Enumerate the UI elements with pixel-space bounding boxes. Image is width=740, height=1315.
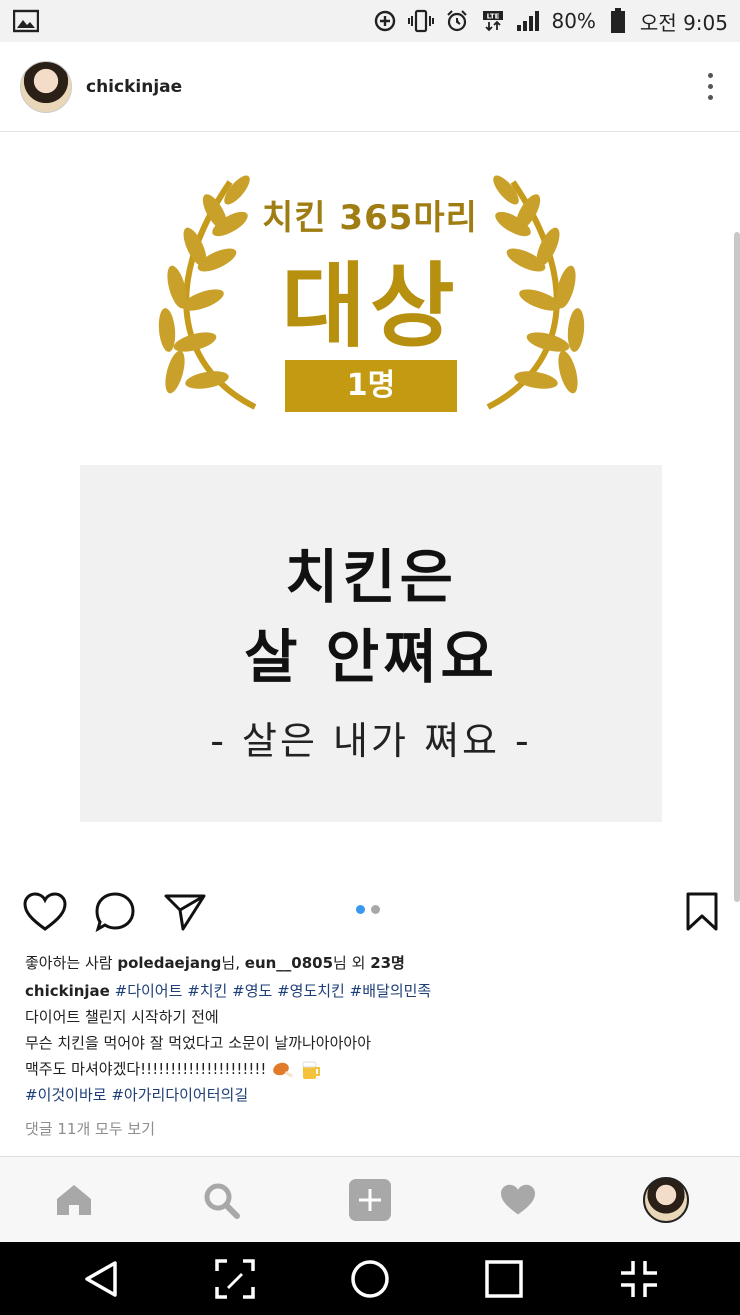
back-triangle-icon: [85, 1261, 117, 1297]
likes-line: 좋아하는 사람 poledaejang님, eun__0805님 외 23명: [25, 954, 405, 972]
hashtag[interactable]: #영도치킨: [277, 982, 345, 1000]
hashtag[interactable]: #치킨: [187, 982, 227, 1000]
more-dot-icon: [707, 84, 713, 89]
home-button[interactable]: [347, 1256, 393, 1302]
status-bar: LTE 80% 오전 9:05: [0, 0, 740, 42]
recents-square-icon: [485, 1260, 523, 1298]
caption-line: 무슨 치킨을 먹어야 잘 먹었다고 소문이 날까나아아아아: [25, 1034, 372, 1052]
hashtag[interactable]: #다이어트: [115, 982, 183, 1000]
caption-line: 맥주도 마셔야겠다!!!!!!!!!!!!!!!!!!!!!: [25, 1056, 725, 1082]
more-dot-icon: [707, 73, 713, 78]
caption-author[interactable]: chickinjae: [25, 982, 110, 1000]
quote-line: 치킨은: [284, 543, 458, 611]
nav-profile[interactable]: [641, 1175, 691, 1225]
clock: 오전 9:05: [639, 10, 728, 35]
award-badge: 1명: [285, 360, 457, 412]
caption-line: chickinjae #다이어트 #치킨 #영도 #영도치킨 #배달의민족: [25, 978, 725, 1004]
battery-percent: 80%: [551, 9, 596, 33]
avatar[interactable]: [20, 60, 72, 113]
heart-icon: [501, 1184, 535, 1215]
minimize-icon: [621, 1261, 657, 1297]
send-icon: [164, 894, 206, 931]
comment-icon: [95, 892, 135, 933]
back-button[interactable]: [78, 1256, 124, 1302]
beer-emoji-icon: [302, 1061, 321, 1079]
quote-card: 치킨은 살 안쪄요 - 살은 내가 쪄요 -: [80, 465, 662, 822]
view-all-comments-link[interactable]: 댓글 11개 모두 보기: [25, 1116, 725, 1142]
hashtag[interactable]: #이것이바로: [25, 1086, 107, 1104]
comment-button[interactable]: [93, 890, 137, 934]
home-icon: [57, 1185, 91, 1215]
gallery-icon: [12, 7, 40, 35]
award-title: 대상: [281, 253, 459, 360]
more-dot-icon: [707, 95, 713, 100]
carousel-dot: [371, 905, 380, 914]
carousel-indicator: [356, 905, 380, 914]
hashtag[interactable]: #영도: [232, 982, 272, 1000]
hashtag[interactable]: #배달의민족: [350, 982, 432, 1000]
post-caption: 좋아하는 사람 poledaejang님, eun__0805님 외 23명 c…: [25, 950, 725, 1142]
share-button[interactable]: [163, 890, 207, 934]
data-saver-icon: [371, 7, 399, 35]
chicken-leg-emoji-icon: [273, 1062, 294, 1078]
signal-icon: [515, 7, 543, 35]
minimize-button[interactable]: [616, 1256, 662, 1302]
quote-subline: - 살은 내가 쪄요 -: [210, 719, 532, 763]
post-header: chickinjae: [0, 42, 740, 132]
screenshot-edit-button[interactable]: [212, 1256, 258, 1302]
caption-line: 다이어트 챌린지 시작하기 전에: [25, 1008, 219, 1026]
battery-icon: [604, 7, 632, 35]
username[interactable]: chickinjae: [86, 77, 182, 97]
home-circle-icon: [351, 1260, 389, 1298]
likes-count[interactable]: 23명: [370, 954, 405, 972]
profile-avatar: [643, 1177, 689, 1223]
post-image[interactable]: 치킨 365마리 대상 1명 치킨은 살 안쪄요 - 살은 내가 쪄요 -: [0, 132, 740, 870]
more-options-button[interactable]: [700, 69, 720, 105]
quote-line: 살 안쪄요: [244, 623, 498, 691]
add-post-icon: [349, 1179, 391, 1221]
nav-activity[interactable]: [493, 1175, 543, 1225]
system-navigation-bar: [0, 1242, 740, 1315]
heart-icon: [23, 892, 67, 931]
bottom-navigation: [0, 1156, 740, 1242]
hashtag[interactable]: #아가리다이어터의길: [111, 1086, 248, 1104]
alarm-icon: [443, 7, 471, 35]
caption-line: #이것이바로 #아가리다이어터의길: [25, 1082, 725, 1108]
svg-text:LTE: LTE: [487, 13, 500, 21]
search-icon: [204, 1183, 240, 1219]
liker-username[interactable]: eun__0805: [245, 954, 333, 972]
edit-capture-icon: [215, 1259, 255, 1299]
like-button[interactable]: [23, 890, 67, 934]
liker-username[interactable]: poledaejang: [117, 954, 221, 972]
recents-button[interactable]: [481, 1256, 527, 1302]
nav-search[interactable]: [196, 1175, 246, 1225]
vibrate-icon: [407, 7, 435, 35]
nav-new-post[interactable]: [345, 1175, 395, 1225]
nav-home[interactable]: [49, 1175, 99, 1225]
bookmark-button[interactable]: [680, 890, 724, 934]
scrollbar[interactable]: [734, 232, 740, 902]
bookmark-icon: [686, 892, 718, 931]
carousel-dot-active: [356, 905, 365, 914]
lte-icon: LTE: [479, 7, 507, 35]
